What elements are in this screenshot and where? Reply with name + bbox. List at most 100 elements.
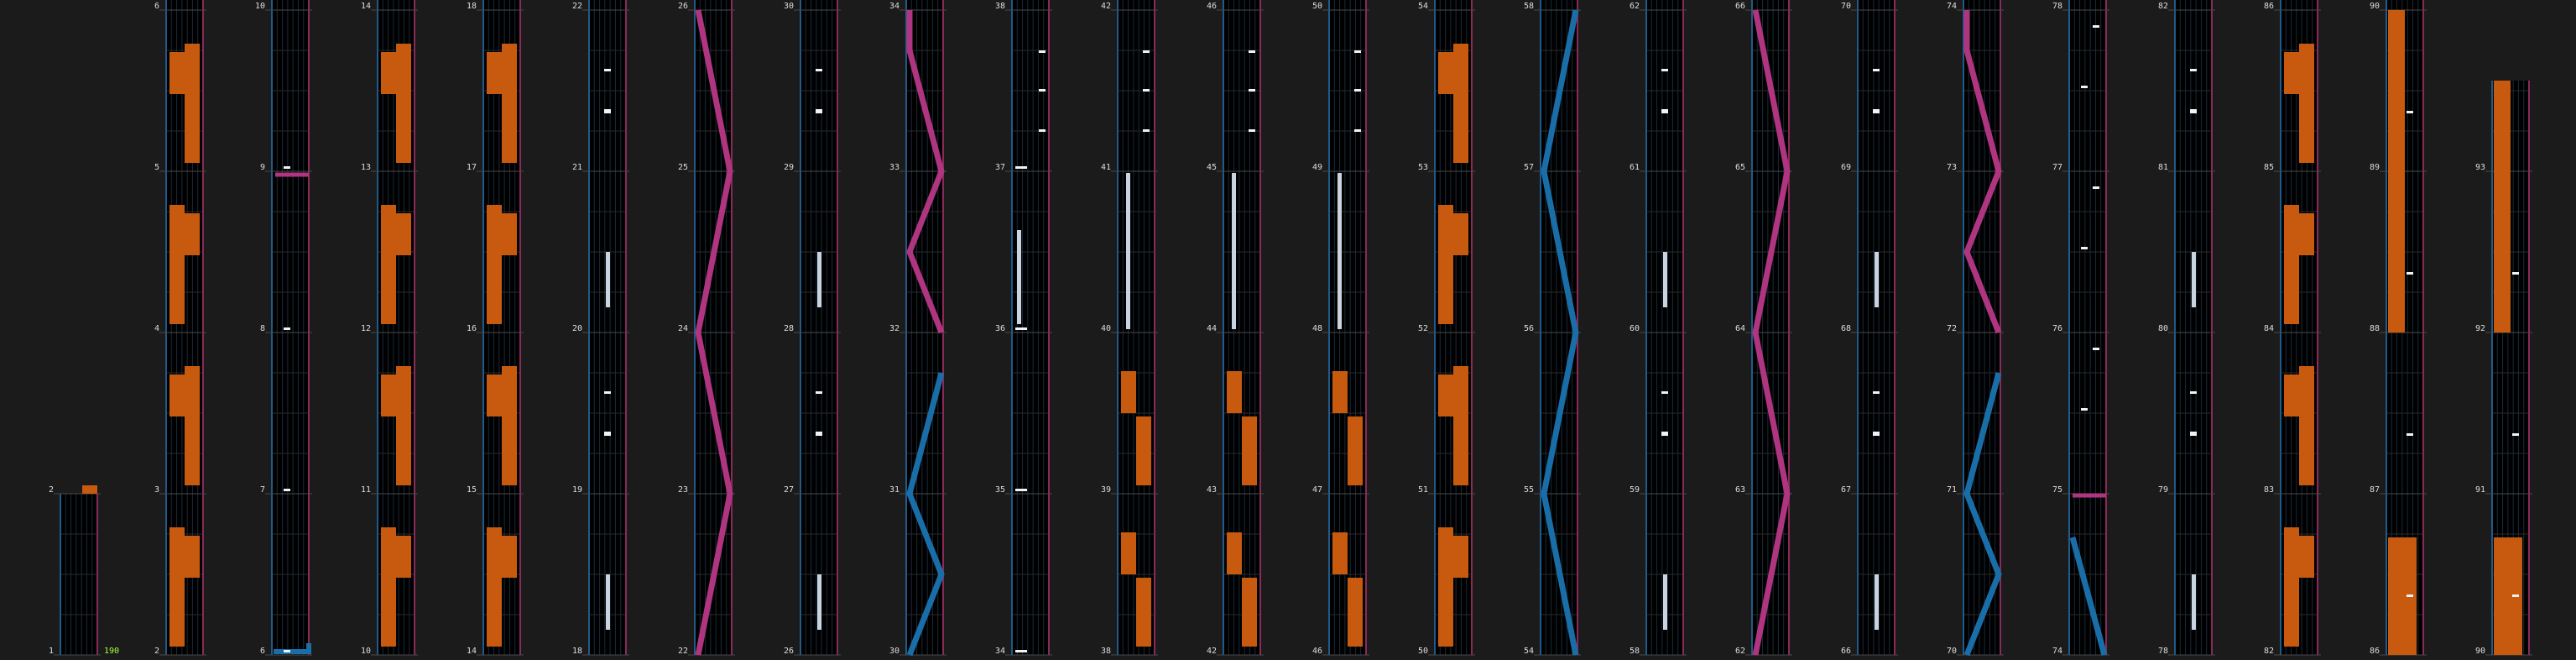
note — [1015, 489, 1027, 491]
measure-number: 64 — [1735, 324, 1745, 333]
note — [1661, 391, 1668, 394]
note — [2512, 433, 2519, 436]
bgm-note — [2494, 81, 2511, 333]
bgm-note — [169, 375, 185, 416]
measure-number: 54 — [1524, 647, 1534, 656]
long-note — [606, 574, 610, 630]
bgm-note — [1242, 416, 1257, 485]
measure-number: 67 — [1841, 485, 1851, 495]
measure-number: 86 — [2370, 647, 2380, 656]
measure-number: 19 — [572, 485, 582, 495]
bgm-note — [396, 536, 411, 578]
bgm-note — [2299, 366, 2314, 485]
measure-number: 42 — [1207, 647, 1217, 656]
note — [604, 109, 611, 112]
measure-number: 27 — [784, 485, 794, 495]
chart-column: 78 79 80 81 82 — [2158, 0, 2215, 656]
bpm-label: 190 — [104, 647, 119, 656]
bgm-note — [396, 213, 411, 255]
measure-number: 38 — [1101, 647, 1111, 656]
measure-number: 37 — [995, 163, 1005, 172]
measure-number: 26 — [678, 2, 688, 11]
measure-number: 22 — [678, 647, 688, 656]
chart-column: 58 59 60 61 62 — [1630, 0, 1687, 656]
measure-number: 33 — [889, 163, 900, 172]
measure-number: 84 — [2264, 324, 2274, 333]
bgm-note — [1438, 52, 1453, 94]
bgm-note — [1453, 44, 1468, 163]
bgm-note — [1121, 532, 1136, 574]
note — [604, 391, 611, 394]
measure-number: 82 — [2264, 647, 2274, 656]
measure-number: 65 — [1735, 163, 1745, 172]
measure-number: 53 — [1418, 163, 1428, 172]
measure-number: 58 — [1524, 2, 1534, 11]
note — [1143, 50, 1150, 53]
measure-number: 6 — [154, 2, 159, 11]
measure-number: 6 — [260, 647, 265, 656]
measure-number: 68 — [1841, 324, 1851, 333]
chart-column: 42 43 44 45 46 — [1207, 0, 1264, 656]
measure-number: 18 — [467, 2, 477, 11]
bgm-note — [2284, 527, 2299, 647]
measure-number: 70 — [1841, 2, 1851, 11]
measure-number: 83 — [2264, 485, 2274, 495]
note — [1661, 109, 1668, 112]
bgm-note — [1136, 578, 1151, 647]
measure-number: 28 — [784, 324, 794, 333]
note — [816, 391, 822, 394]
note — [2512, 272, 2519, 275]
measure-number: 24 — [678, 324, 688, 333]
chart-columns: 1223456678910101112131414151617181819202… — [49, 0, 2532, 657]
bgm-note — [1453, 536, 1468, 578]
bgm-note — [2284, 375, 2299, 416]
bgm-note — [1227, 532, 1242, 574]
measure-number: 90 — [2370, 2, 2380, 11]
measure-number: 66 — [1735, 2, 1745, 11]
note — [2190, 69, 2197, 71]
chart-column: 74 75 76 77 78 — [2052, 0, 2109, 656]
chart-column: 18 19 20 21 22 — [572, 0, 629, 656]
measure-number: 79 — [2158, 485, 2168, 495]
measure-number: 52 — [1418, 324, 1428, 333]
measure-number: 93 — [2475, 163, 2485, 172]
measure-number: 2 — [49, 485, 54, 495]
measure-number: 63 — [1735, 485, 1745, 495]
long-note — [606, 252, 610, 307]
note — [1873, 432, 1880, 434]
note — [1249, 89, 1255, 92]
chart-column: 22 23 24 25 26 — [678, 0, 735, 656]
note — [2081, 247, 2088, 249]
bgm-note — [2299, 213, 2314, 255]
bgm-note — [1332, 532, 1348, 574]
long-note — [817, 574, 821, 630]
bgm-note — [169, 52, 185, 94]
note — [1249, 129, 1255, 132]
measure-number: 10 — [361, 647, 371, 656]
measure-number: 10 — [255, 2, 265, 11]
measure-number: 71 — [1947, 485, 1957, 495]
bgm-note — [1332, 371, 1348, 413]
bgm-note — [487, 527, 502, 647]
measure-number: 62 — [1630, 2, 1640, 11]
measure-number: 42 — [1101, 2, 1111, 11]
chart-column: 62 63 64 65 66 — [1735, 0, 1792, 656]
note — [1873, 69, 1880, 71]
note — [1015, 650, 1027, 652]
chart-column: 34 35 36 37 38 — [995, 0, 1052, 656]
note — [2407, 595, 2413, 597]
note — [2093, 186, 2099, 189]
measure-number: 18 — [572, 647, 582, 656]
measure-number: 3 — [154, 485, 159, 495]
measure-number: 32 — [889, 324, 900, 333]
chart-column: 46 47 48 49 50 — [1312, 0, 1369, 656]
chart-column: 10 11 12 13 14 — [361, 0, 418, 656]
measure-number: 34 — [889, 2, 900, 11]
measure-number: 57 — [1524, 163, 1534, 172]
measure-number: 34 — [995, 647, 1005, 656]
measure-number: 89 — [2370, 163, 2380, 172]
measure-number: 78 — [2158, 647, 2168, 656]
chart-column: 12 — [49, 485, 101, 656]
measure-number: 41 — [1101, 163, 1111, 172]
note — [284, 327, 290, 330]
